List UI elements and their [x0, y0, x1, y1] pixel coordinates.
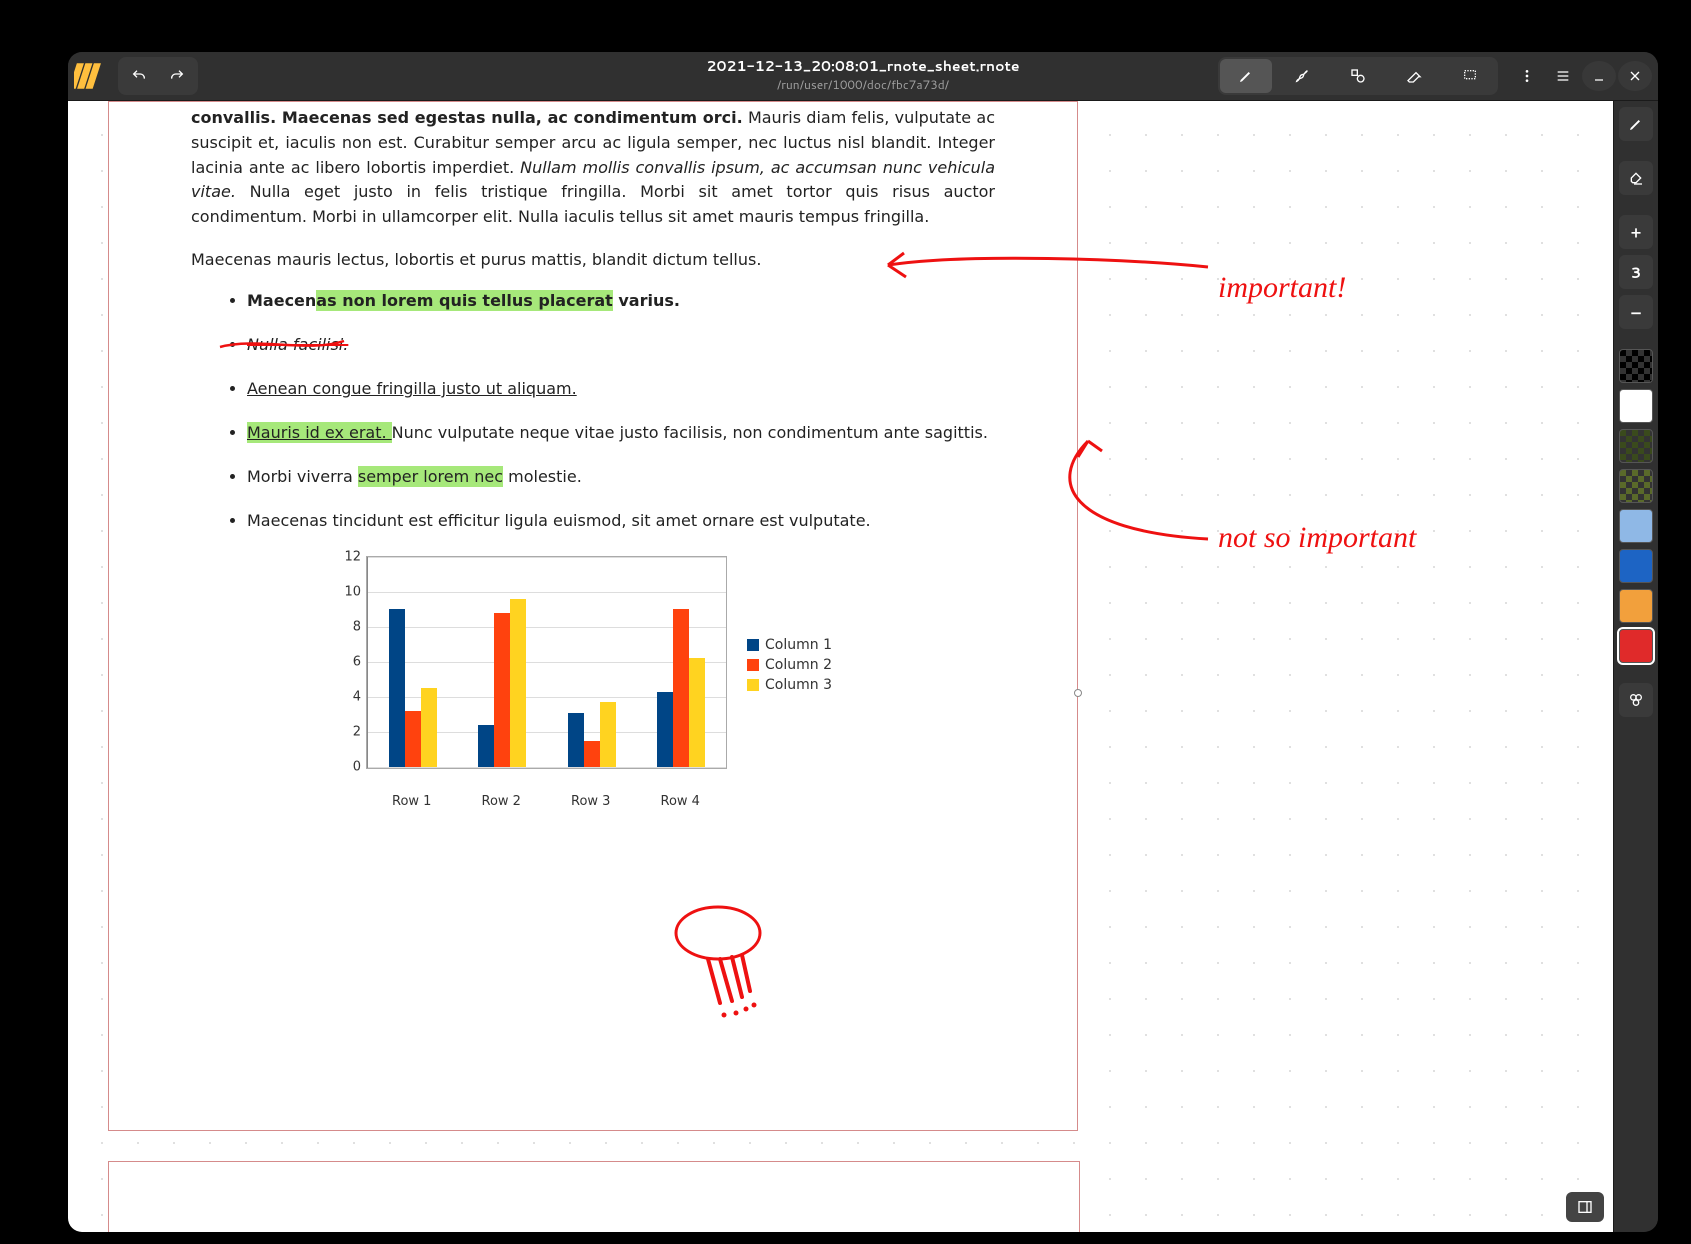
list-item: Mauris id ex erat. Nunc vulputate neque … — [247, 421, 995, 445]
chart-legend: Column 1 Column 2 Column 3 — [747, 633, 832, 697]
bar — [568, 713, 584, 767]
canvas[interactable]: convallis. Maecenas sed egestas nulla, a… — [68, 101, 1613, 1232]
tool-eraser[interactable] — [1388, 59, 1440, 93]
headerbar: 2021-12-13_20:08:01_rnote_sheet.rnote /r… — [68, 52, 1658, 101]
minimize-button[interactable] — [1582, 61, 1616, 91]
y-tick-label: 8 — [331, 619, 361, 634]
legend-item: Column 1 — [747, 637, 832, 653]
document-page: convallis. Maecenas sed egestas nulla, a… — [108, 101, 1078, 1131]
stroke-width-value: 3 — [1619, 255, 1653, 289]
x-tick-label: Row 3 — [551, 794, 631, 809]
document-page-next — [108, 1161, 1080, 1232]
color-swatch-black[interactable] — [1619, 349, 1653, 383]
hamburger-menu-button[interactable] — [1546, 61, 1580, 91]
redo-button[interactable] — [158, 59, 196, 93]
pen-style-button[interactable] — [1619, 107, 1653, 141]
paragraph-single: Maecenas mauris lectus, lobortis et puru… — [191, 250, 995, 269]
color-swatch-red-selected[interactable] — [1619, 629, 1653, 663]
list-item: Aenean congue fringilla justo ut aliquam… — [247, 377, 995, 401]
tool-selector — [1218, 57, 1498, 95]
list-item: Maecenas tincidunt est efficitur ligula … — [247, 509, 995, 533]
bar — [600, 702, 616, 767]
chart-plot: 024681012 Row 1Row 2Row 3Row 4 — [331, 553, 731, 785]
bar — [494, 613, 510, 767]
x-tick-label: Row 4 — [640, 794, 720, 809]
bar — [421, 688, 437, 767]
bar — [510, 599, 526, 767]
list-item: Nulla facilisi. — [247, 333, 995, 357]
kebab-menu-button[interactable] — [1510, 61, 1544, 91]
tool-pen[interactable] — [1220, 59, 1272, 93]
tool-selector[interactable] — [1444, 59, 1496, 93]
window-subtitle: /run/user/1000/doc/fbc7a73d/ — [777, 76, 949, 93]
color-swatch-orange[interactable] — [1619, 589, 1653, 623]
bar — [673, 609, 689, 767]
main-area: convallis. Maecenas sed egestas nulla, a… — [68, 101, 1658, 1232]
bar — [689, 658, 705, 767]
close-button[interactable] — [1618, 61, 1652, 91]
chart: 024681012 Row 1Row 2Row 3Row 4 Column 1C… — [331, 553, 891, 785]
eraser-style-button[interactable] — [1619, 161, 1653, 195]
color-picker-button[interactable] — [1619, 683, 1653, 717]
list-item: Morbi viverra semper lorem nec molestie. — [247, 465, 995, 489]
color-swatch-blue[interactable] — [1619, 549, 1653, 583]
color-swatch-white[interactable] — [1619, 389, 1653, 423]
paragraph-top: convallis. Maecenas sed egestas nulla, a… — [191, 106, 995, 230]
bar — [584, 741, 600, 767]
y-tick-label: 2 — [331, 724, 361, 739]
y-tick-label: 4 — [331, 689, 361, 704]
y-tick-label: 12 — [331, 549, 361, 564]
app-logo-icon — [74, 59, 108, 93]
bar — [478, 725, 494, 767]
x-tick-label: Row 2 — [461, 794, 541, 809]
bullet-list: Maecenas non lorem quis tellus placerat … — [191, 289, 995, 533]
tool-brush[interactable] — [1276, 59, 1328, 93]
stroke-width-increase[interactable]: + — [1619, 215, 1653, 249]
color-swatch-olive-dark[interactable] — [1619, 429, 1653, 463]
tool-shapes[interactable] — [1332, 59, 1384, 93]
window-title: 2021-12-13_20:08:01_rnote_sheet.rnote — [706, 56, 1019, 76]
y-tick-label: 10 — [331, 584, 361, 599]
list-item: Maecenas non lorem quis tellus placerat … — [247, 289, 995, 313]
bar — [389, 609, 405, 767]
sidebar-toggle-button[interactable] — [1566, 1192, 1604, 1222]
y-tick-label: 0 — [331, 759, 361, 774]
undo-button[interactable] — [120, 59, 158, 93]
x-tick-label: Row 1 — [372, 794, 452, 809]
legend-item: Column 3 — [747, 677, 832, 693]
legend-item: Column 2 — [747, 657, 832, 673]
y-tick-label: 6 — [331, 654, 361, 669]
stroke-width-decrease[interactable]: − — [1619, 295, 1653, 329]
bar — [405, 711, 421, 767]
bar — [657, 692, 673, 767]
resize-handle-icon[interactable] — [1074, 689, 1082, 697]
sidebar: + 3 − — [1613, 101, 1658, 1232]
app-window: 2021-12-13_20:08:01_rnote_sheet.rnote /r… — [68, 52, 1658, 1232]
color-swatch-olive[interactable] — [1619, 469, 1653, 503]
color-swatch-lightblue[interactable] — [1619, 509, 1653, 543]
